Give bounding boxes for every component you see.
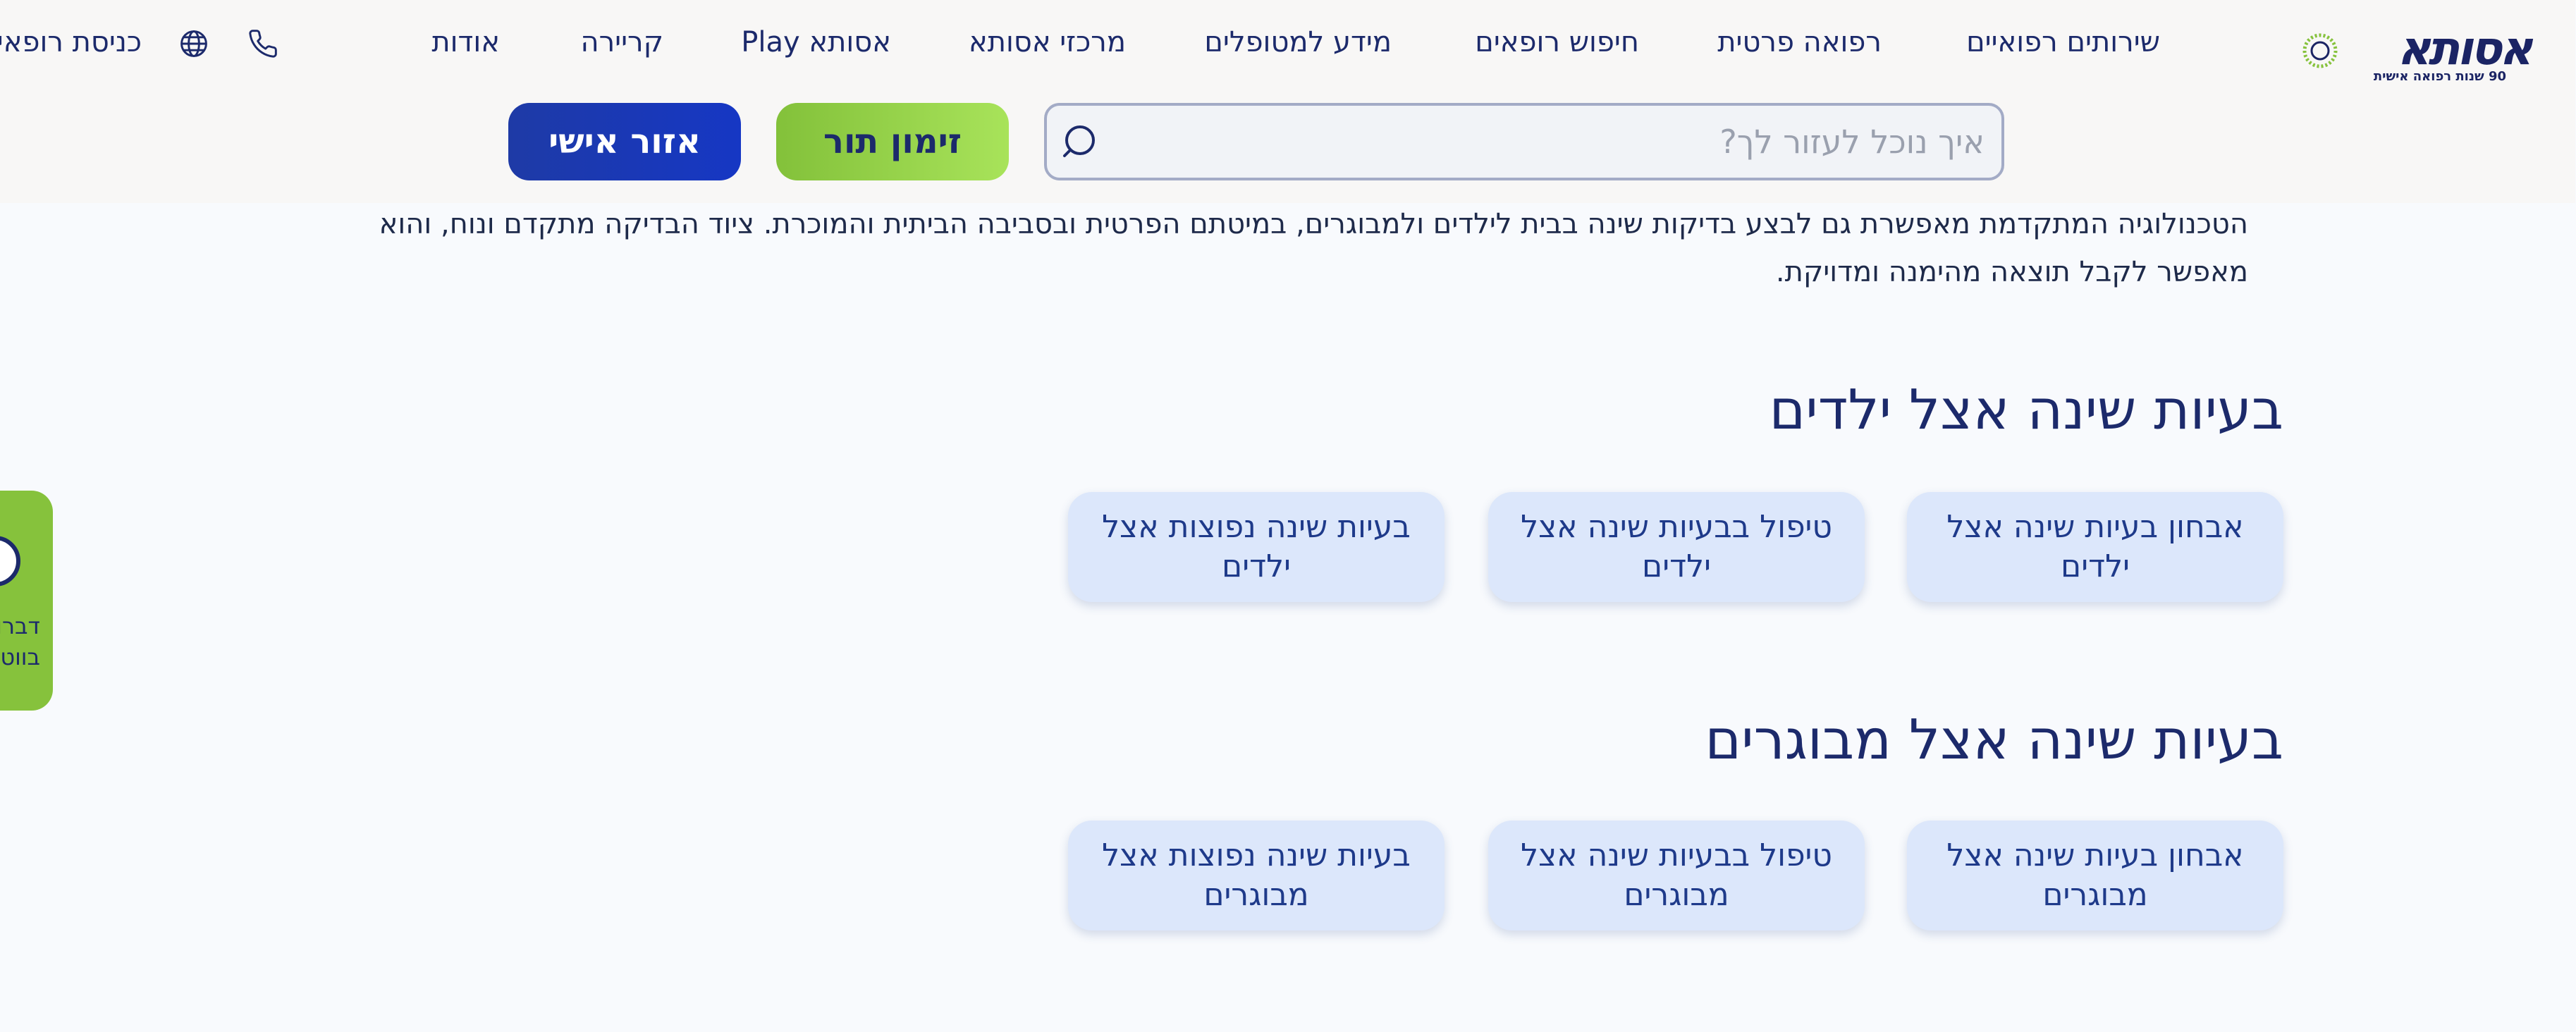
side-tab-line-1: דברו xyxy=(0,613,41,639)
site-search xyxy=(1045,103,2005,180)
doctors-login-link[interactable]: כניסת רופאים xyxy=(0,21,142,63)
assuta-logo[interactable]: 9 אסותא 90 שנות רפואה אישית xyxy=(2235,20,2534,84)
whatsapp-icon xyxy=(0,536,21,586)
card-treatment-kids[interactable]: טיפול בבעיות שינה אצל ילדים xyxy=(1489,492,1865,602)
globe-icon[interactable] xyxy=(179,28,210,59)
section-title-adults: בעיות שינה אצל מבוגרים xyxy=(1705,708,2284,772)
logo-wordmark: אסותא xyxy=(2398,21,2534,75)
logo-tagline: 90 שנות רפואה אישית xyxy=(2374,69,2507,84)
card-common-kids[interactable]: בעיות שינה נפוצות אצל ילדים xyxy=(1069,492,1445,602)
section-title-kids: בעיות שינה אצל ילדים xyxy=(1770,379,2284,442)
anniversary-90-mark: 9 xyxy=(2235,20,2348,80)
whatsapp-side-tab[interactable]: דברו בווטס xyxy=(0,491,54,711)
nav-career[interactable]: קריירה xyxy=(581,21,664,63)
card-diagnosis-adults[interactable]: אבחון בעיות שינה אצל מבוגרים xyxy=(1908,821,2284,930)
side-tab-label: דברו בווטס xyxy=(0,610,41,672)
site-header: 9 אסותא 90 שנות רפואה אישית שירותים רפוא… xyxy=(0,0,2576,203)
nav-private-medicine[interactable]: רפואה פרטית xyxy=(1718,21,1882,63)
intro-paragraph: הטכנולוגיה המתקדמת מאפשרת גם לבצע בדיקות… xyxy=(379,208,2249,288)
nav-medical-services[interactable]: שירותים רפואיים xyxy=(1967,21,2161,63)
card-common-adults[interactable]: בעיות שינה נפוצות אצל מבוגרים xyxy=(1069,821,1445,930)
card-diagnosis-kids[interactable]: אבחון בעיות שינה אצל ילדים xyxy=(1908,492,2284,602)
search-icon[interactable] xyxy=(1062,121,1104,164)
side-tab-line-2: בווטס xyxy=(0,644,41,670)
phone-icon[interactable] xyxy=(248,28,279,59)
search-input[interactable] xyxy=(1118,106,1985,178)
nav-find-doctors[interactable]: חיפוש רופאים xyxy=(1476,21,1640,63)
appointment-button[interactable]: זימון תור xyxy=(777,103,1010,180)
nav-patient-info[interactable]: מידע למטופלים xyxy=(1205,21,1392,63)
card-treatment-adults[interactable]: טיפול בבעיות שינה אצל מבוגרים xyxy=(1489,821,1865,930)
personal-area-button[interactable]: אזור אישי xyxy=(509,103,742,180)
nav-assuta-centers[interactable]: מרכזי אסותא xyxy=(969,21,1127,63)
nav-about[interactable]: אודות xyxy=(432,21,501,63)
nav-assuta-play[interactable]: אסותא Play xyxy=(742,21,892,63)
